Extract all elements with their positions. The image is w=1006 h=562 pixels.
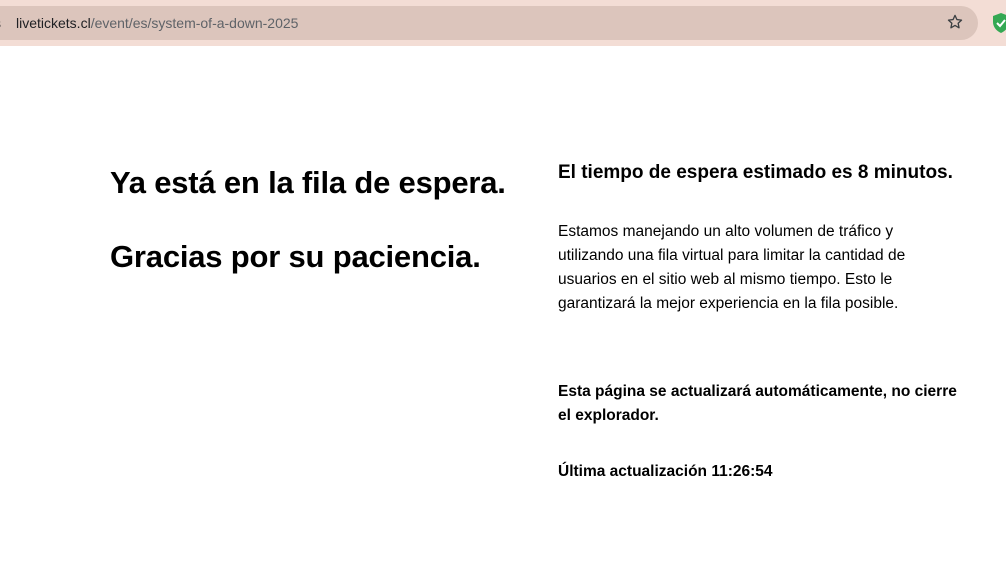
queue-headings: Ya está en la fila de espera. Gracias po… xyxy=(110,164,530,276)
browser-toolbar: s livetickets.cl/event/es/system-of-a-do… xyxy=(0,0,1006,46)
queue-description: Estamos manejando un alto volumen de trá… xyxy=(558,223,906,312)
last-updated: Última actualización 11:26:54 xyxy=(558,463,773,480)
shield-icon-svg xyxy=(993,13,1006,33)
queue-details: El tiempo de espera estimado es 8 minuto… xyxy=(558,160,978,484)
queue-page: Ya está en la fila de espera. Gracias po… xyxy=(0,46,1006,562)
url-host: livetickets.cl xyxy=(16,15,91,31)
wait-time-title: El tiempo de espera estimado es 8 minuto… xyxy=(558,162,953,183)
auto-refresh-notice: Esta página se actualizará automáticamen… xyxy=(558,383,957,424)
thanks-heading: Gracias por su paciencia. xyxy=(110,239,481,274)
star-icon-svg xyxy=(947,14,963,29)
shield-icon[interactable] xyxy=(992,12,1006,34)
url-path: /event/es/system-of-a-down-2025 xyxy=(90,15,299,31)
queue-status-heading: Ya está en la fila de espera. xyxy=(110,165,506,200)
star-icon[interactable] xyxy=(944,11,966,33)
site-info-icon[interactable]: s xyxy=(0,13,6,33)
url-text[interactable]: livetickets.cl/event/es/system-of-a-down… xyxy=(16,13,298,33)
